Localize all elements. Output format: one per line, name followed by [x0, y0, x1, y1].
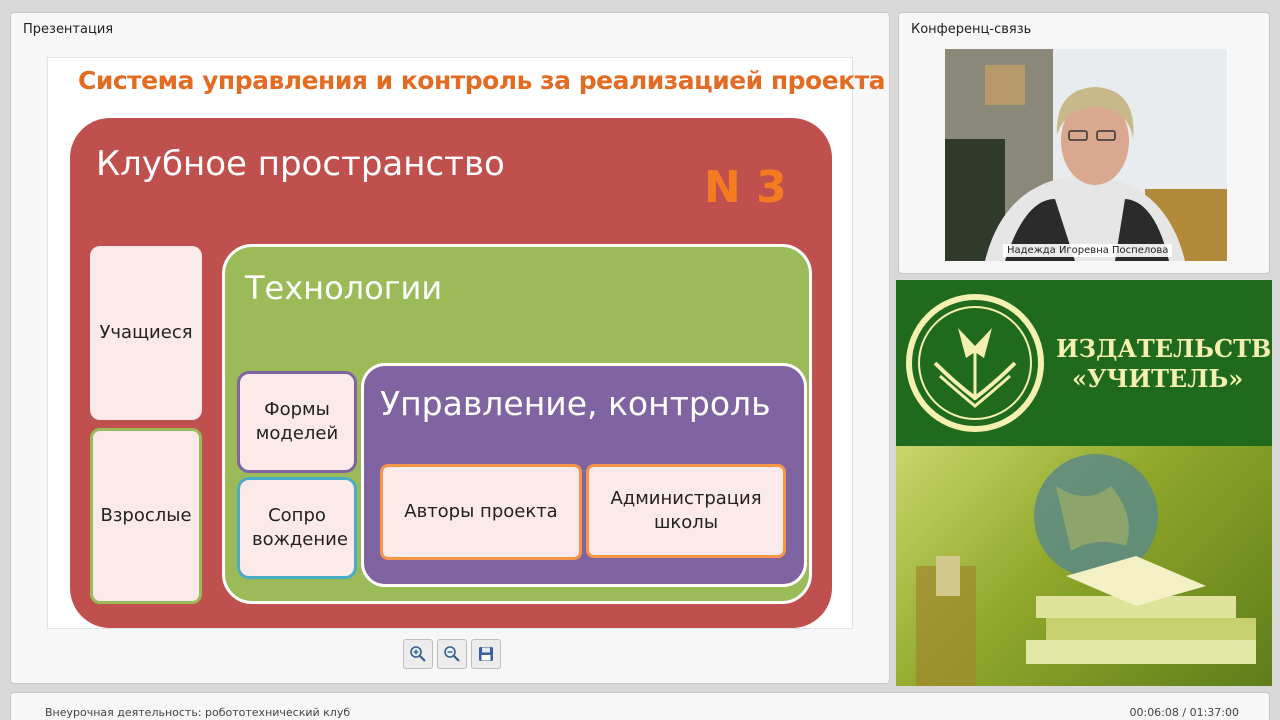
management-label: Управление, контроль	[380, 384, 771, 423]
project-authors-box: Авторы проекта	[380, 464, 582, 560]
zoom-in-icon	[410, 646, 426, 662]
slide: Система управления и контроль за реализа…	[47, 57, 886, 629]
webcam-video: Надежда Игоревна Поспелова	[945, 49, 1227, 261]
support-label: Сопро вождение	[252, 504, 348, 550]
conference-panel: Конференц-связь Надежда Игоревна Поспело…	[898, 12, 1270, 274]
publisher-name-line2: «УЧИТЕЛЬ»	[1072, 364, 1244, 393]
project-authors-label: Авторы проекта	[404, 500, 558, 522]
course-title: Внеурочная деятельность: робототехническ…	[45, 706, 351, 719]
club-space-box: Клубное пространство N 3 Учащиеся Взросл…	[70, 118, 832, 628]
model-forms-label: Формы моделей	[255, 398, 339, 444]
presentation-panel-title: Презентация	[23, 22, 114, 37]
conference-panel-title: Конференц-связь	[911, 22, 1032, 37]
club-space-label: Клубное пространство	[96, 144, 505, 184]
speaker-video-image	[945, 49, 1227, 261]
technologies-box: Технологии Формы моделей Сопро вождение …	[222, 244, 812, 604]
support-box: Сопро вождение	[237, 477, 357, 579]
slide-toolbar	[403, 639, 501, 669]
management-box: Управление, контроль Авторы проекта Адми…	[361, 363, 807, 587]
school-administration-box: Администрация школы	[586, 464, 786, 558]
zoom-out-button[interactable]	[437, 639, 467, 669]
save-button[interactable]	[471, 639, 501, 669]
publisher-banner[interactable]: ИЗДАТЕЛЬСТВО «УЧИТЕЛЬ»	[896, 280, 1272, 686]
school-administration-label: Администрация школы	[610, 487, 762, 533]
students-label: Учащиеся	[99, 321, 193, 343]
zoom-out-icon	[444, 646, 460, 662]
playback-time: 00:06:08 / 01:37:00	[1129, 706, 1239, 719]
presentation-panel: Презентация Система управления и контрол…	[10, 12, 890, 684]
publisher-name-line1: ИЗДАТЕЛЬСТВО	[1056, 334, 1272, 363]
slide-number-label: N 3	[704, 162, 787, 213]
speaker-name-tag: Надежда Игоревна Поспелова	[1003, 244, 1173, 257]
model-forms-box: Формы моделей	[237, 371, 357, 473]
publisher-logo-icon	[906, 294, 1044, 432]
publisher-banner-image	[896, 446, 1272, 686]
adults-box: Взрослые	[90, 428, 202, 604]
floppy-disk-icon	[479, 647, 493, 661]
books-globe-image	[916, 454, 1256, 686]
footer-bar: Внеурочная деятельность: робототехническ…	[10, 692, 1270, 720]
slide-title: Система управления и контроль за реализа…	[78, 66, 886, 95]
zoom-in-button[interactable]	[403, 639, 433, 669]
publisher-banner-top: ИЗДАТЕЛЬСТВО «УЧИТЕЛЬ»	[896, 280, 1272, 446]
adults-label: Взрослые	[100, 504, 192, 526]
students-box: Учащиеся	[90, 246, 202, 420]
technologies-label: Технологии	[245, 269, 443, 307]
